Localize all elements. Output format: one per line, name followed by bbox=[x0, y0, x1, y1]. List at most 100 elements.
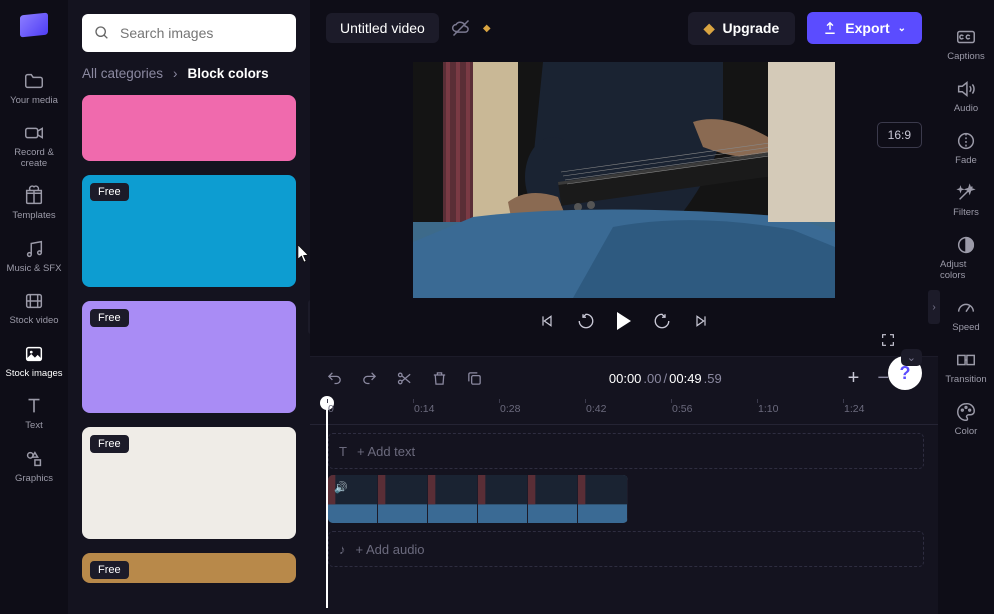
image-icon bbox=[23, 343, 45, 365]
ruler-tick: 0:56 bbox=[672, 403, 692, 415]
gauge-icon bbox=[955, 297, 977, 319]
breadcrumb-current: Block colors bbox=[188, 66, 269, 81]
video-clip[interactable]: 🔊 bbox=[328, 475, 628, 523]
color-tile-3[interactable]: Free bbox=[82, 427, 296, 539]
redo-icon[interactable] bbox=[361, 370, 378, 387]
rewind-icon[interactable] bbox=[577, 312, 595, 330]
nav-graphics[interactable]: Graphics bbox=[0, 440, 68, 492]
video-preview[interactable] bbox=[413, 62, 835, 298]
camera-icon bbox=[23, 122, 45, 144]
transition-icon bbox=[955, 349, 977, 371]
timecode: 00:00.00 / 00:49.59 bbox=[609, 371, 722, 386]
text-track[interactable]: T + Add text bbox=[328, 433, 924, 469]
expand-preview-icon[interactable]: ⌄ bbox=[901, 349, 922, 366]
rs-speed[interactable]: Speed bbox=[938, 289, 994, 341]
free-tag: Free bbox=[90, 309, 129, 327]
upload-icon bbox=[823, 21, 837, 35]
color-tile-4[interactable]: Free bbox=[82, 553, 296, 583]
rs-adjust[interactable]: Adjust colors bbox=[938, 226, 994, 289]
tiles-list: Free Free Free Free bbox=[82, 95, 296, 614]
color-tile-1[interactable]: Free bbox=[82, 175, 296, 287]
project-title[interactable]: Untitled video bbox=[326, 13, 439, 43]
rs-filters[interactable]: Filters bbox=[938, 174, 994, 226]
right-collapse-handle[interactable]: › bbox=[928, 290, 940, 324]
preview-pane: 16:9 bbox=[310, 56, 938, 356]
search-input[interactable] bbox=[120, 25, 301, 41]
playback-controls bbox=[539, 312, 709, 330]
ruler-tick: 0:42 bbox=[586, 403, 606, 415]
nav-text[interactable]: Text bbox=[0, 387, 68, 439]
skip-start-icon[interactable] bbox=[539, 313, 555, 329]
nav-record-create[interactable]: Record & create bbox=[0, 114, 68, 177]
ruler-tick: 1:24 bbox=[844, 403, 864, 415]
audio-track[interactable]: ♪ + Add audio bbox=[328, 531, 924, 567]
gift-icon bbox=[23, 185, 45, 207]
timeline-toolbar: 00:00.00 / 00:49.59 + − bbox=[310, 357, 938, 399]
diamond-icon: ◆ bbox=[704, 20, 715, 37]
play-button[interactable] bbox=[617, 312, 631, 330]
tracks: T + Add text 🔊 ♪ + Add audio bbox=[310, 425, 938, 614]
aspect-ratio-button[interactable]: 16:9 bbox=[877, 122, 922, 148]
color-tile-0[interactable] bbox=[82, 95, 296, 161]
wand-icon bbox=[955, 182, 977, 204]
nav-your-media[interactable]: Your media bbox=[0, 62, 68, 114]
upgrade-button[interactable]: ◆ Upgrade bbox=[688, 12, 796, 45]
shapes-icon bbox=[23, 448, 45, 470]
breadcrumb-root[interactable]: All categories bbox=[82, 66, 163, 81]
rs-transition[interactable]: Transition bbox=[938, 341, 994, 393]
ruler-tick: 0:28 bbox=[500, 403, 520, 415]
clip-audio-icon[interactable]: 🔊 bbox=[334, 481, 348, 494]
delete-icon[interactable] bbox=[431, 370, 448, 387]
timeline-ruler[interactable]: 0 0:14 0:28 0:42 0:56 1:10 1:24 bbox=[310, 399, 938, 425]
main-area: Untitled video ◆ ◆ Upgrade Export ⌄ 16:9 bbox=[310, 0, 938, 614]
nav-stock-video[interactable]: Stock video bbox=[0, 282, 68, 334]
mouse-cursor bbox=[298, 245, 310, 263]
rs-captions[interactable]: Captions bbox=[938, 18, 994, 70]
free-tag: Free bbox=[90, 561, 129, 579]
free-tag: Free bbox=[90, 435, 129, 453]
undo-icon[interactable] bbox=[326, 370, 343, 387]
text-icon bbox=[23, 395, 45, 417]
film-icon bbox=[23, 290, 45, 312]
music-note-icon: ♪ bbox=[339, 542, 346, 557]
app-logo bbox=[20, 13, 48, 38]
breadcrumb: All categories › Block colors bbox=[82, 66, 296, 81]
timeline: 00:00.00 / 00:49.59 + − 0 0:14 0:28 0:42 0:5… bbox=[310, 356, 938, 614]
topbar: Untitled video ◆ ◆ Upgrade Export ⌄ bbox=[310, 0, 938, 56]
nav-templates[interactable]: Templates bbox=[0, 177, 68, 229]
split-icon[interactable] bbox=[396, 370, 413, 387]
search-box[interactable] bbox=[82, 14, 296, 52]
palette-icon bbox=[955, 401, 977, 423]
right-sidebar: › CaptionsAudioFadeFiltersAdjust colorsS… bbox=[938, 0, 994, 614]
folder-icon bbox=[23, 70, 45, 92]
premium-diamond-icon: ◆ bbox=[483, 23, 491, 34]
text-icon: T bbox=[339, 444, 347, 459]
forward-icon[interactable] bbox=[653, 312, 671, 330]
search-icon bbox=[94, 25, 110, 41]
nav-music-sfx[interactable]: Music & SFX bbox=[0, 230, 68, 282]
cloud-sync-off-icon[interactable] bbox=[451, 18, 471, 38]
rs-color[interactable]: Color bbox=[938, 393, 994, 445]
ruler-tick: 0 bbox=[328, 403, 334, 415]
fade-icon bbox=[955, 130, 977, 152]
skip-end-icon[interactable] bbox=[693, 313, 709, 329]
contrast-icon bbox=[955, 234, 977, 256]
left-nav: Your mediaRecord & createTemplatesMusic … bbox=[0, 0, 68, 614]
export-button[interactable]: Export ⌄ bbox=[807, 12, 922, 44]
speaker-icon bbox=[955, 78, 977, 100]
asset-panel: All categories › Block colors FreeFreeFr… bbox=[68, 0, 310, 614]
nav-stock-images[interactable]: Stock images bbox=[0, 335, 68, 387]
music-icon bbox=[23, 238, 45, 260]
ruler-tick: 1:10 bbox=[758, 403, 778, 415]
zoom-add-icon[interactable]: + bbox=[848, 367, 860, 390]
cc-icon bbox=[955, 26, 977, 48]
ruler-tick: 0:14 bbox=[414, 403, 434, 415]
rs-fade[interactable]: Fade bbox=[938, 122, 994, 174]
chevron-right-icon: › bbox=[173, 66, 178, 81]
fullscreen-icon[interactable] bbox=[880, 332, 896, 348]
color-tile-2[interactable]: Free bbox=[82, 301, 296, 413]
duplicate-icon[interactable] bbox=[466, 370, 483, 387]
free-tag: Free bbox=[90, 183, 129, 201]
chevron-down-icon: ⌄ bbox=[898, 23, 906, 34]
rs-audio[interactable]: Audio bbox=[938, 70, 994, 122]
